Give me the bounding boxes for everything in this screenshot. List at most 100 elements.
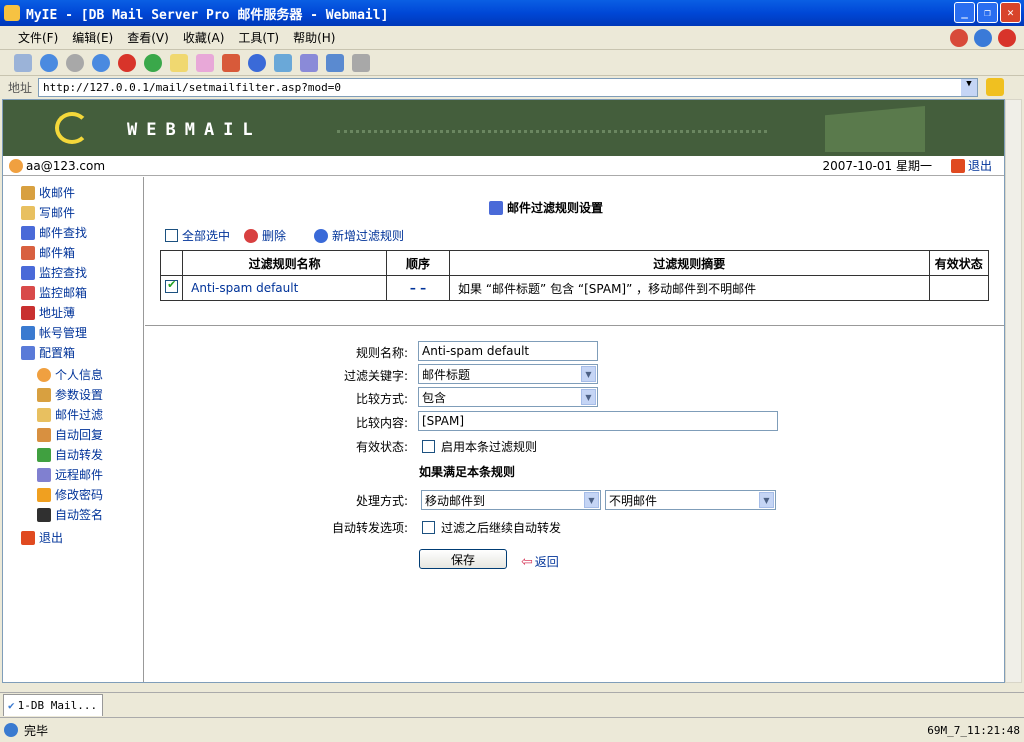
myie-logo-icon	[4, 5, 20, 21]
tab-webmail[interactable]: ✔ 1-DB Mail...	[3, 694, 103, 716]
search-icon[interactable]	[248, 53, 266, 72]
mode-icon[interactable]	[170, 53, 188, 72]
forward-icon[interactable]	[66, 53, 84, 72]
table-row[interactable]: Anti-spam default – – 如果 “邮件标题” 包含 “[SPA…	[159, 275, 990, 301]
sidebar-item-monitor-mailbox[interactable]: 监控邮箱	[21, 284, 87, 301]
collect-icon[interactable]	[274, 53, 292, 72]
sidebar-sub-password[interactable]: 修改密码	[37, 486, 103, 503]
menu-file[interactable]: 文件(F)	[18, 29, 58, 46]
menu-favorites[interactable]: 收藏(A)	[183, 29, 225, 46]
check-icon: ✔	[8, 699, 15, 712]
main-content: 邮件过滤规则设置 全部选中 删除 新增过滤规则 过滤规则名称 顺序 过滤规则摘要…	[145, 177, 1004, 682]
content-input[interactable]: [SPAM]	[418, 411, 778, 431]
sidebar-sub-autoreply[interactable]: 自动回复	[37, 426, 103, 443]
add-rule-link[interactable]: 新增过滤规则	[314, 227, 404, 244]
webmail-banner: WEBMAIL	[3, 100, 1004, 156]
top-logout-link[interactable]: 退出	[950, 157, 992, 174]
banner-dots	[337, 130, 767, 133]
new-window-icon[interactable]	[14, 53, 32, 72]
tab-label: 1-DB Mail...	[17, 699, 98, 712]
sidebar-item-label: 配置箱	[39, 346, 76, 360]
sidebar-sub-remote[interactable]: 远程邮件	[37, 466, 103, 483]
options-icon[interactable]	[352, 53, 370, 72]
action-target-value: 不明邮件	[609, 493, 658, 508]
table-header-row: 过滤规则名称 顺序 过滤规则摘要 有效状态	[159, 250, 990, 276]
home-icon[interactable]	[92, 53, 110, 72]
sidebar-sub-filter[interactable]: 邮件过滤	[37, 406, 103, 423]
close-button[interactable]: ✕	[1000, 2, 1021, 23]
menu-edit[interactable]: 编辑(E)	[72, 29, 113, 46]
select-all-toggle[interactable]: 全部选中	[165, 227, 230, 244]
monitor-search-icon	[21, 265, 35, 280]
back-icon[interactable]	[40, 53, 58, 72]
rule-name-cell[interactable]: Anti-spam default	[182, 275, 387, 301]
remote-mail-icon	[37, 467, 51, 482]
refresh-icon[interactable]	[144, 53, 162, 72]
keyword-value: 邮件标题	[422, 367, 471, 382]
sidebar-sub-params[interactable]: 参数设置	[37, 386, 103, 403]
sidebar-item-inbox[interactable]: 收邮件	[21, 184, 75, 201]
favorites-icon[interactable]	[222, 53, 240, 72]
user-bar: aa@123.com 2007-10-01 星期一 退出	[3, 156, 1004, 176]
sidebar-item-label: 监控邮箱	[39, 286, 88, 300]
sidebar-sub-signature[interactable]: 自动签名	[37, 506, 103, 523]
sidebar-item-compose[interactable]: 写邮件	[21, 204, 75, 221]
go-icon[interactable]	[974, 29, 992, 47]
rule-name-input[interactable]: Anti-spam default	[418, 341, 598, 361]
stop-icon[interactable]	[118, 53, 136, 72]
status-toggle[interactable]: 启用本条过滤规则	[422, 438, 537, 455]
action-target-select[interactable]: 不明邮件 ▼	[605, 490, 776, 510]
select-all-label: 全部选中	[182, 229, 231, 243]
autoreply-icon	[37, 427, 51, 442]
sidebar-sub-forward[interactable]: 自动转发	[37, 446, 103, 463]
action-select[interactable]: 移动邮件到 ▼	[421, 490, 601, 510]
menu-view[interactable]: 查看(V)	[127, 29, 169, 46]
content-value: [SPAM]	[422, 414, 465, 428]
sidebar-sub-profile[interactable]: 个人信息	[37, 366, 103, 383]
vertical-scrollbar[interactable]	[1005, 99, 1022, 683]
go-person-icon[interactable]	[986, 78, 1005, 96]
menu-tools[interactable]: 工具(T)	[238, 29, 279, 46]
forward-toggle[interactable]: 过滤之后继续自动转发	[422, 519, 561, 536]
forward-checkbox[interactable]	[422, 521, 435, 534]
sidebar-item-address-book[interactable]: 地址薄	[21, 304, 75, 321]
minimize-button[interactable]: _	[954, 2, 975, 23]
sidebar-item-accounts[interactable]: 帐号管理	[21, 324, 87, 341]
group-icon[interactable]	[300, 53, 318, 72]
restore-button[interactable]: ❐	[977, 2, 998, 23]
address-dropdown-icon[interactable]: ▼	[961, 78, 978, 96]
status-checkbox[interactable]	[422, 440, 435, 453]
window-list-icon[interactable]	[326, 53, 344, 72]
add-rule-icon	[314, 228, 329, 243]
wrench-icon	[37, 387, 51, 402]
popup-icon[interactable]	[196, 53, 214, 72]
window-title: MyIE - [DB Mail Server Pro 邮件服务器 - Webma…	[26, 7, 389, 23]
rule-order-cell: – –	[385, 275, 451, 301]
row-check-cell	[159, 275, 184, 301]
status-bar: 完毕 69M_7_11:21:48	[0, 717, 1024, 742]
row-checkbox[interactable]	[165, 278, 179, 293]
compare-select[interactable]: 包含 ▼	[418, 387, 598, 407]
page-title-text: 邮件过滤规则设置	[507, 201, 604, 215]
sidebar-item-mailbox[interactable]: 邮件箱	[21, 244, 75, 261]
sidebar-item-monitor-search[interactable]: 监控查找	[21, 264, 87, 281]
rule-summary-cell: 如果 “邮件标题” 包含 “[SPAM]” ，移动邮件到不明邮件	[449, 275, 930, 301]
menu-help[interactable]: 帮助(H)	[293, 29, 335, 46]
popup-blocker-icon[interactable]	[950, 29, 968, 47]
exit-icon[interactable]	[998, 29, 1016, 47]
pencil-icon	[21, 205, 35, 220]
keyword-select[interactable]: 邮件标题 ▼	[418, 364, 598, 384]
sidebar-logout[interactable]: 退出	[21, 529, 63, 546]
address-url: http://127.0.0.1/mail/setmailfilter.asp?…	[43, 80, 342, 94]
sidebar: 收邮件 写邮件 邮件查找 邮件箱 监控查找 监控邮箱 地址薄 帐号管理 配置箱 …	[3, 177, 144, 682]
address-input[interactable]: http://127.0.0.1/mail/setmailfilter.asp?…	[38, 77, 979, 97]
save-button[interactable]: 保存	[419, 549, 507, 569]
back-link[interactable]: ⇦ 返回	[521, 553, 559, 570]
logout-icon	[21, 530, 35, 545]
select-all-checkbox[interactable]	[165, 229, 178, 242]
sidebar-item-config[interactable]: 配置箱	[21, 344, 75, 361]
sidebar-item-search[interactable]: 邮件查找	[21, 224, 87, 241]
delete-link[interactable]: 删除	[244, 227, 286, 244]
table-header: 有效状态	[928, 250, 990, 276]
search-mail-icon	[21, 225, 35, 240]
